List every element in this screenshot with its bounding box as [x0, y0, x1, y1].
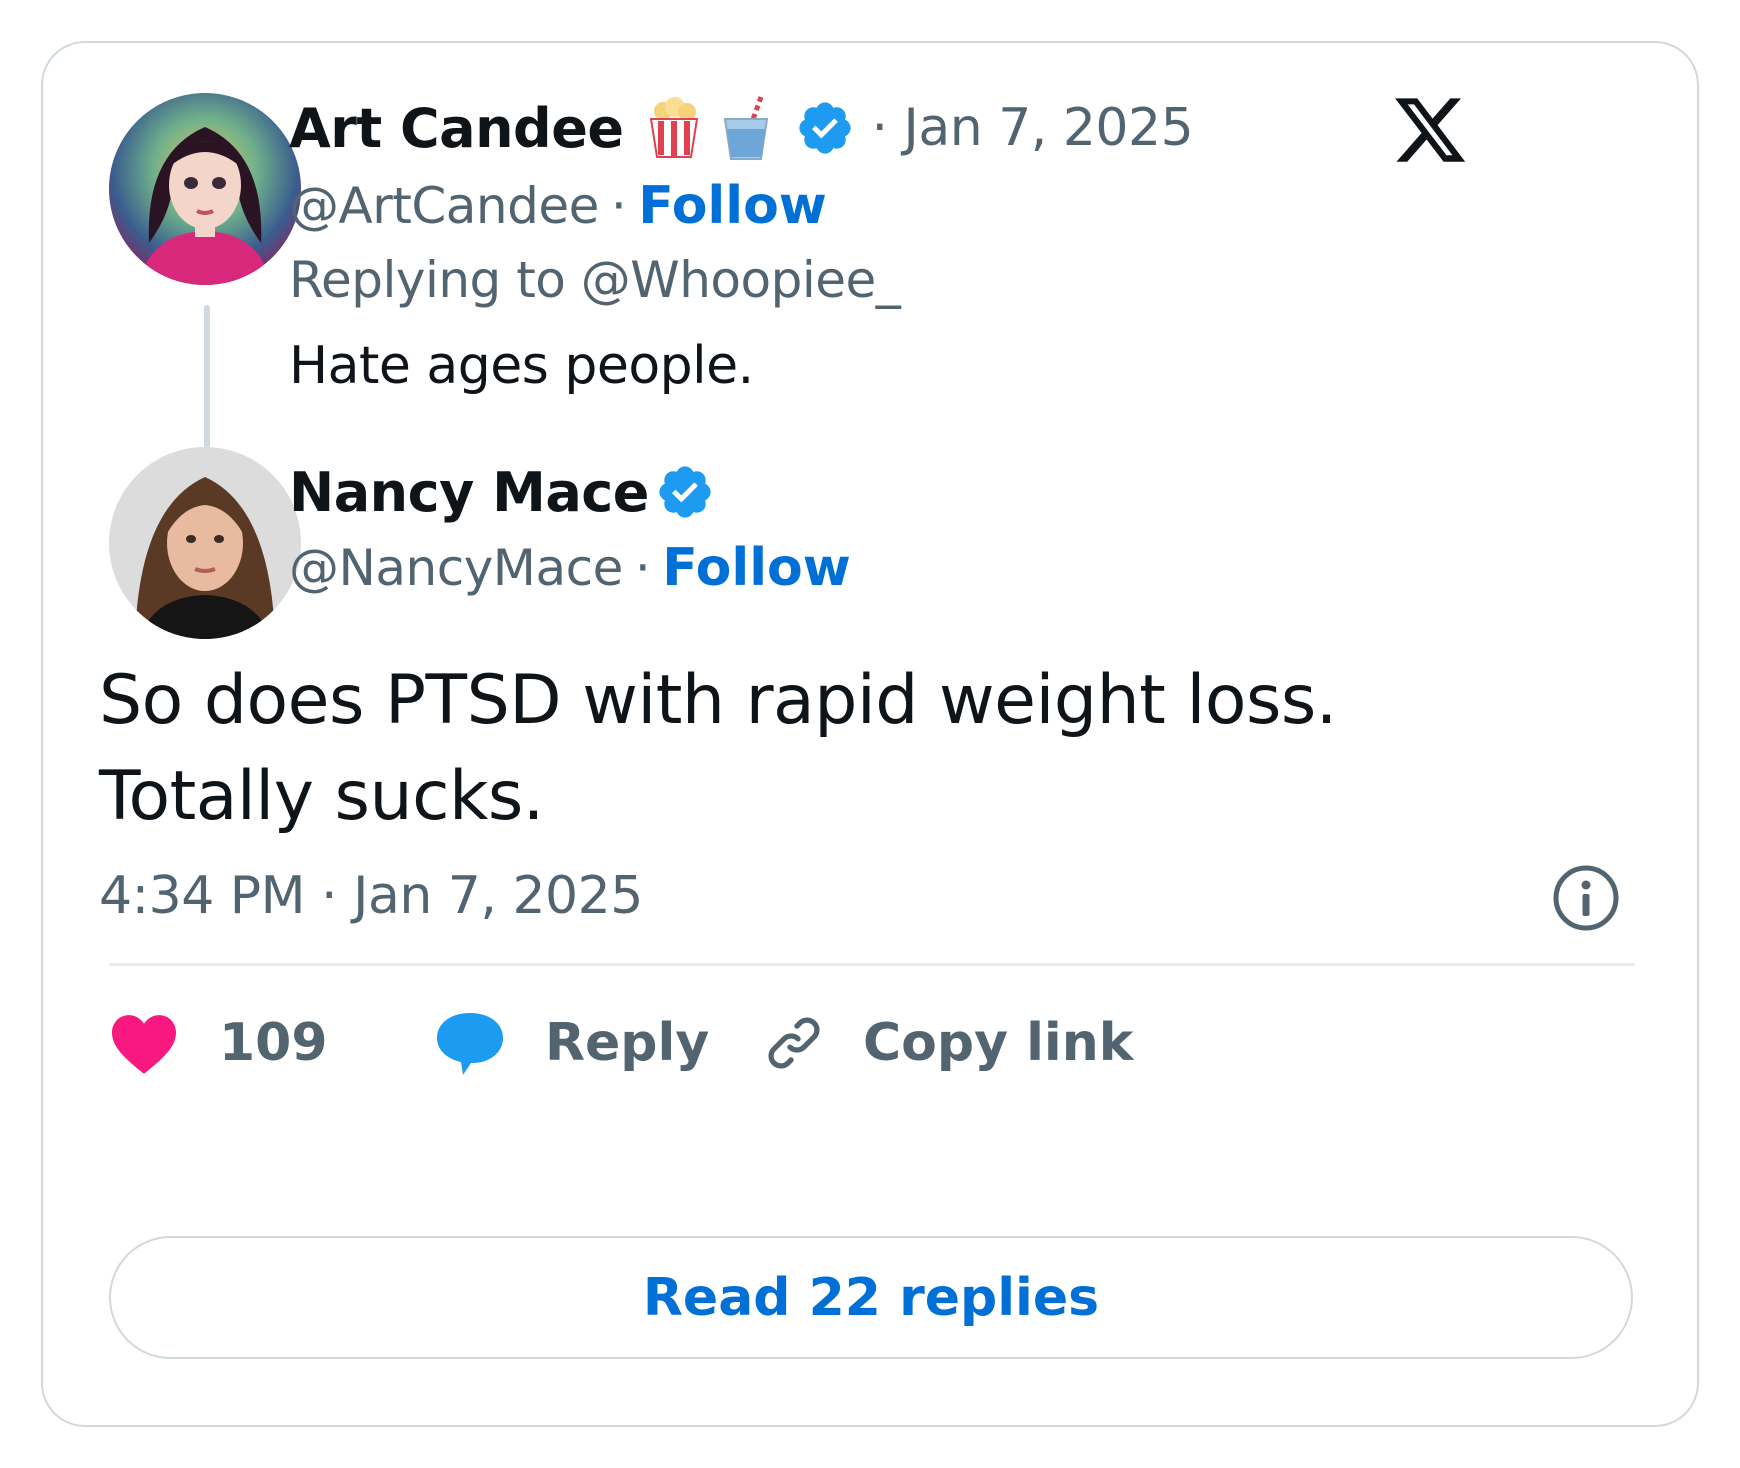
main-author-name[interactable]: Nancy Mace — [289, 461, 649, 524]
cup-with-straw-emoji-icon — [717, 95, 775, 161]
info-icon[interactable] — [1551, 863, 1621, 933]
popcorn-emoji-icon — [645, 97, 703, 159]
main-tweet-text-line: Totally sucks. — [99, 757, 544, 836]
reply-label: Reply — [545, 1013, 710, 1073]
divider — [109, 963, 1635, 966]
follow-nancy-mace-button[interactable]: Follow — [662, 538, 851, 598]
replying-to-label[interactable]: Replying to @Whoopiee_ — [289, 247, 901, 313]
thread-connector-line — [204, 305, 210, 465]
copy-link-label: Copy link — [863, 1013, 1134, 1073]
separator-dot: · — [610, 177, 627, 235]
parent-tweet-date[interactable]: · Jan 7, 2025 — [871, 98, 1193, 158]
read-replies-button[interactable]: Read 22 replies — [109, 1236, 1633, 1359]
main-tweet-text-line: So does PTSD with rapid weight loss. — [99, 661, 1337, 740]
main-tweet-timestamp[interactable]: 4:34 PM · Jan 7, 2025 — [99, 861, 643, 931]
embedded-tweet-card: Art Candee · Jan 7, 2025 @ArtCandee · Fo… — [41, 41, 1699, 1427]
parent-author-handle[interactable]: @ArtCandee — [289, 177, 599, 235]
avatar-nancy-mace[interactable] — [109, 447, 301, 639]
parent-tweet-text: Hate ages people. — [289, 336, 754, 396]
copy-link-button[interactable]: Copy link — [759, 1003, 1133, 1083]
speech-bubble-icon — [433, 1009, 507, 1077]
main-header-row: Nancy Mace — [289, 457, 715, 527]
like-count: 109 — [219, 1013, 328, 1073]
parent-author-name[interactable]: Art Candee — [289, 97, 624, 160]
parent-handle-row: @ArtCandee · Follow — [289, 173, 827, 239]
avatar-art-candee[interactable] — [109, 93, 301, 285]
main-tweet-text: So does PTSD with rapid weight loss. Tot… — [99, 653, 1579, 845]
follow-art-candee-button[interactable]: Follow — [638, 176, 827, 236]
heart-icon — [109, 1011, 179, 1075]
link-icon — [759, 1008, 829, 1078]
verified-badge-icon — [655, 462, 715, 522]
separator-dot: · — [634, 539, 651, 597]
parent-header-row: Art Candee · Jan 7, 2025 — [289, 93, 1194, 163]
like-button[interactable]: 109 — [109, 1003, 328, 1083]
x-logo-icon[interactable] — [1389, 91, 1471, 169]
verified-badge-icon — [795, 98, 855, 158]
main-handle-row: @NancyMace · Follow — [289, 535, 851, 601]
reply-button[interactable]: Reply — [433, 1003, 709, 1083]
main-author-handle[interactable]: @NancyMace — [289, 539, 623, 597]
